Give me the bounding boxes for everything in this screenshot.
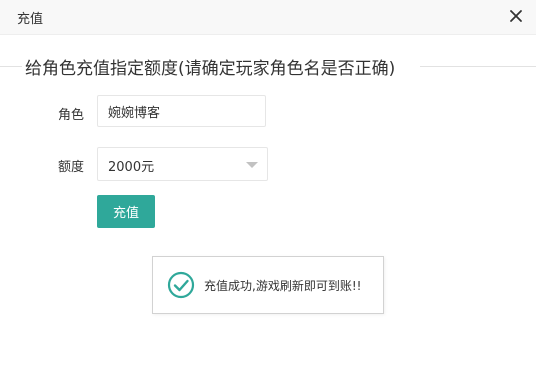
- dialog-titlebar: 充值: [0, 0, 536, 35]
- fieldset-border-right: [420, 66, 536, 67]
- role-label: 角色: [57, 108, 84, 123]
- recharge-dialog: 充值 给角色充值指定额度(请确定玩家角色名是否正确) 角色 额度 2000元 充…: [0, 0, 536, 382]
- success-toast: 充值成功,游戏刷新即可到账!!: [152, 256, 384, 314]
- form-legend: 给角色充值指定额度(请确定玩家角色名是否正确): [25, 59, 396, 79]
- amount-label: 额度: [57, 160, 84, 175]
- close-icon: [510, 10, 522, 22]
- close-button[interactable]: [506, 6, 526, 26]
- recharge-button[interactable]: 充值: [97, 195, 155, 228]
- amount-selected-value: 2000元: [108, 160, 155, 175]
- dialog-title: 充值: [17, 12, 44, 27]
- role-name-input[interactable]: [97, 95, 266, 127]
- toast-message: 充值成功,游戏刷新即可到账!!: [204, 279, 362, 293]
- caret-down-icon: [246, 162, 258, 168]
- check-circle-icon: [167, 271, 195, 299]
- fieldset-border-left: [0, 66, 22, 67]
- amount-select[interactable]: 2000元: [97, 147, 268, 181]
